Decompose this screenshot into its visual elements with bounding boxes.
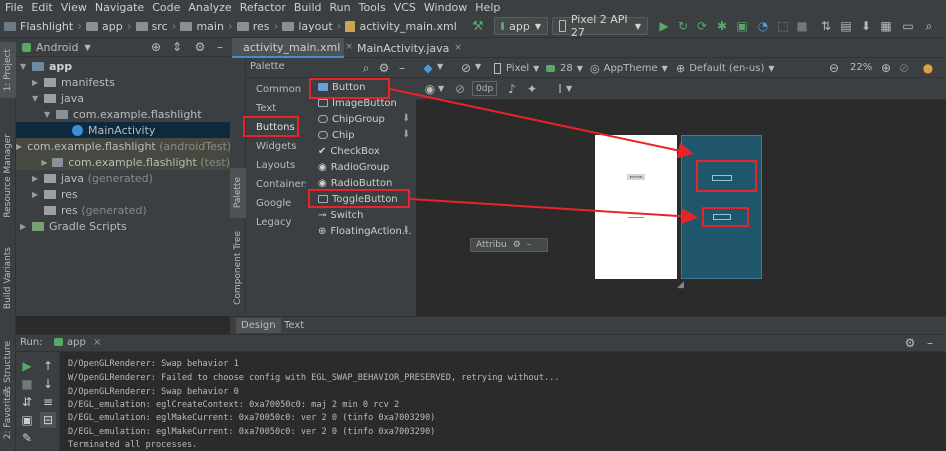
annotation-arrows <box>389 88 698 225</box>
annotation-arrow-button <box>389 88 694 159</box>
annotation-arrow-togglebutton <box>409 198 698 225</box>
